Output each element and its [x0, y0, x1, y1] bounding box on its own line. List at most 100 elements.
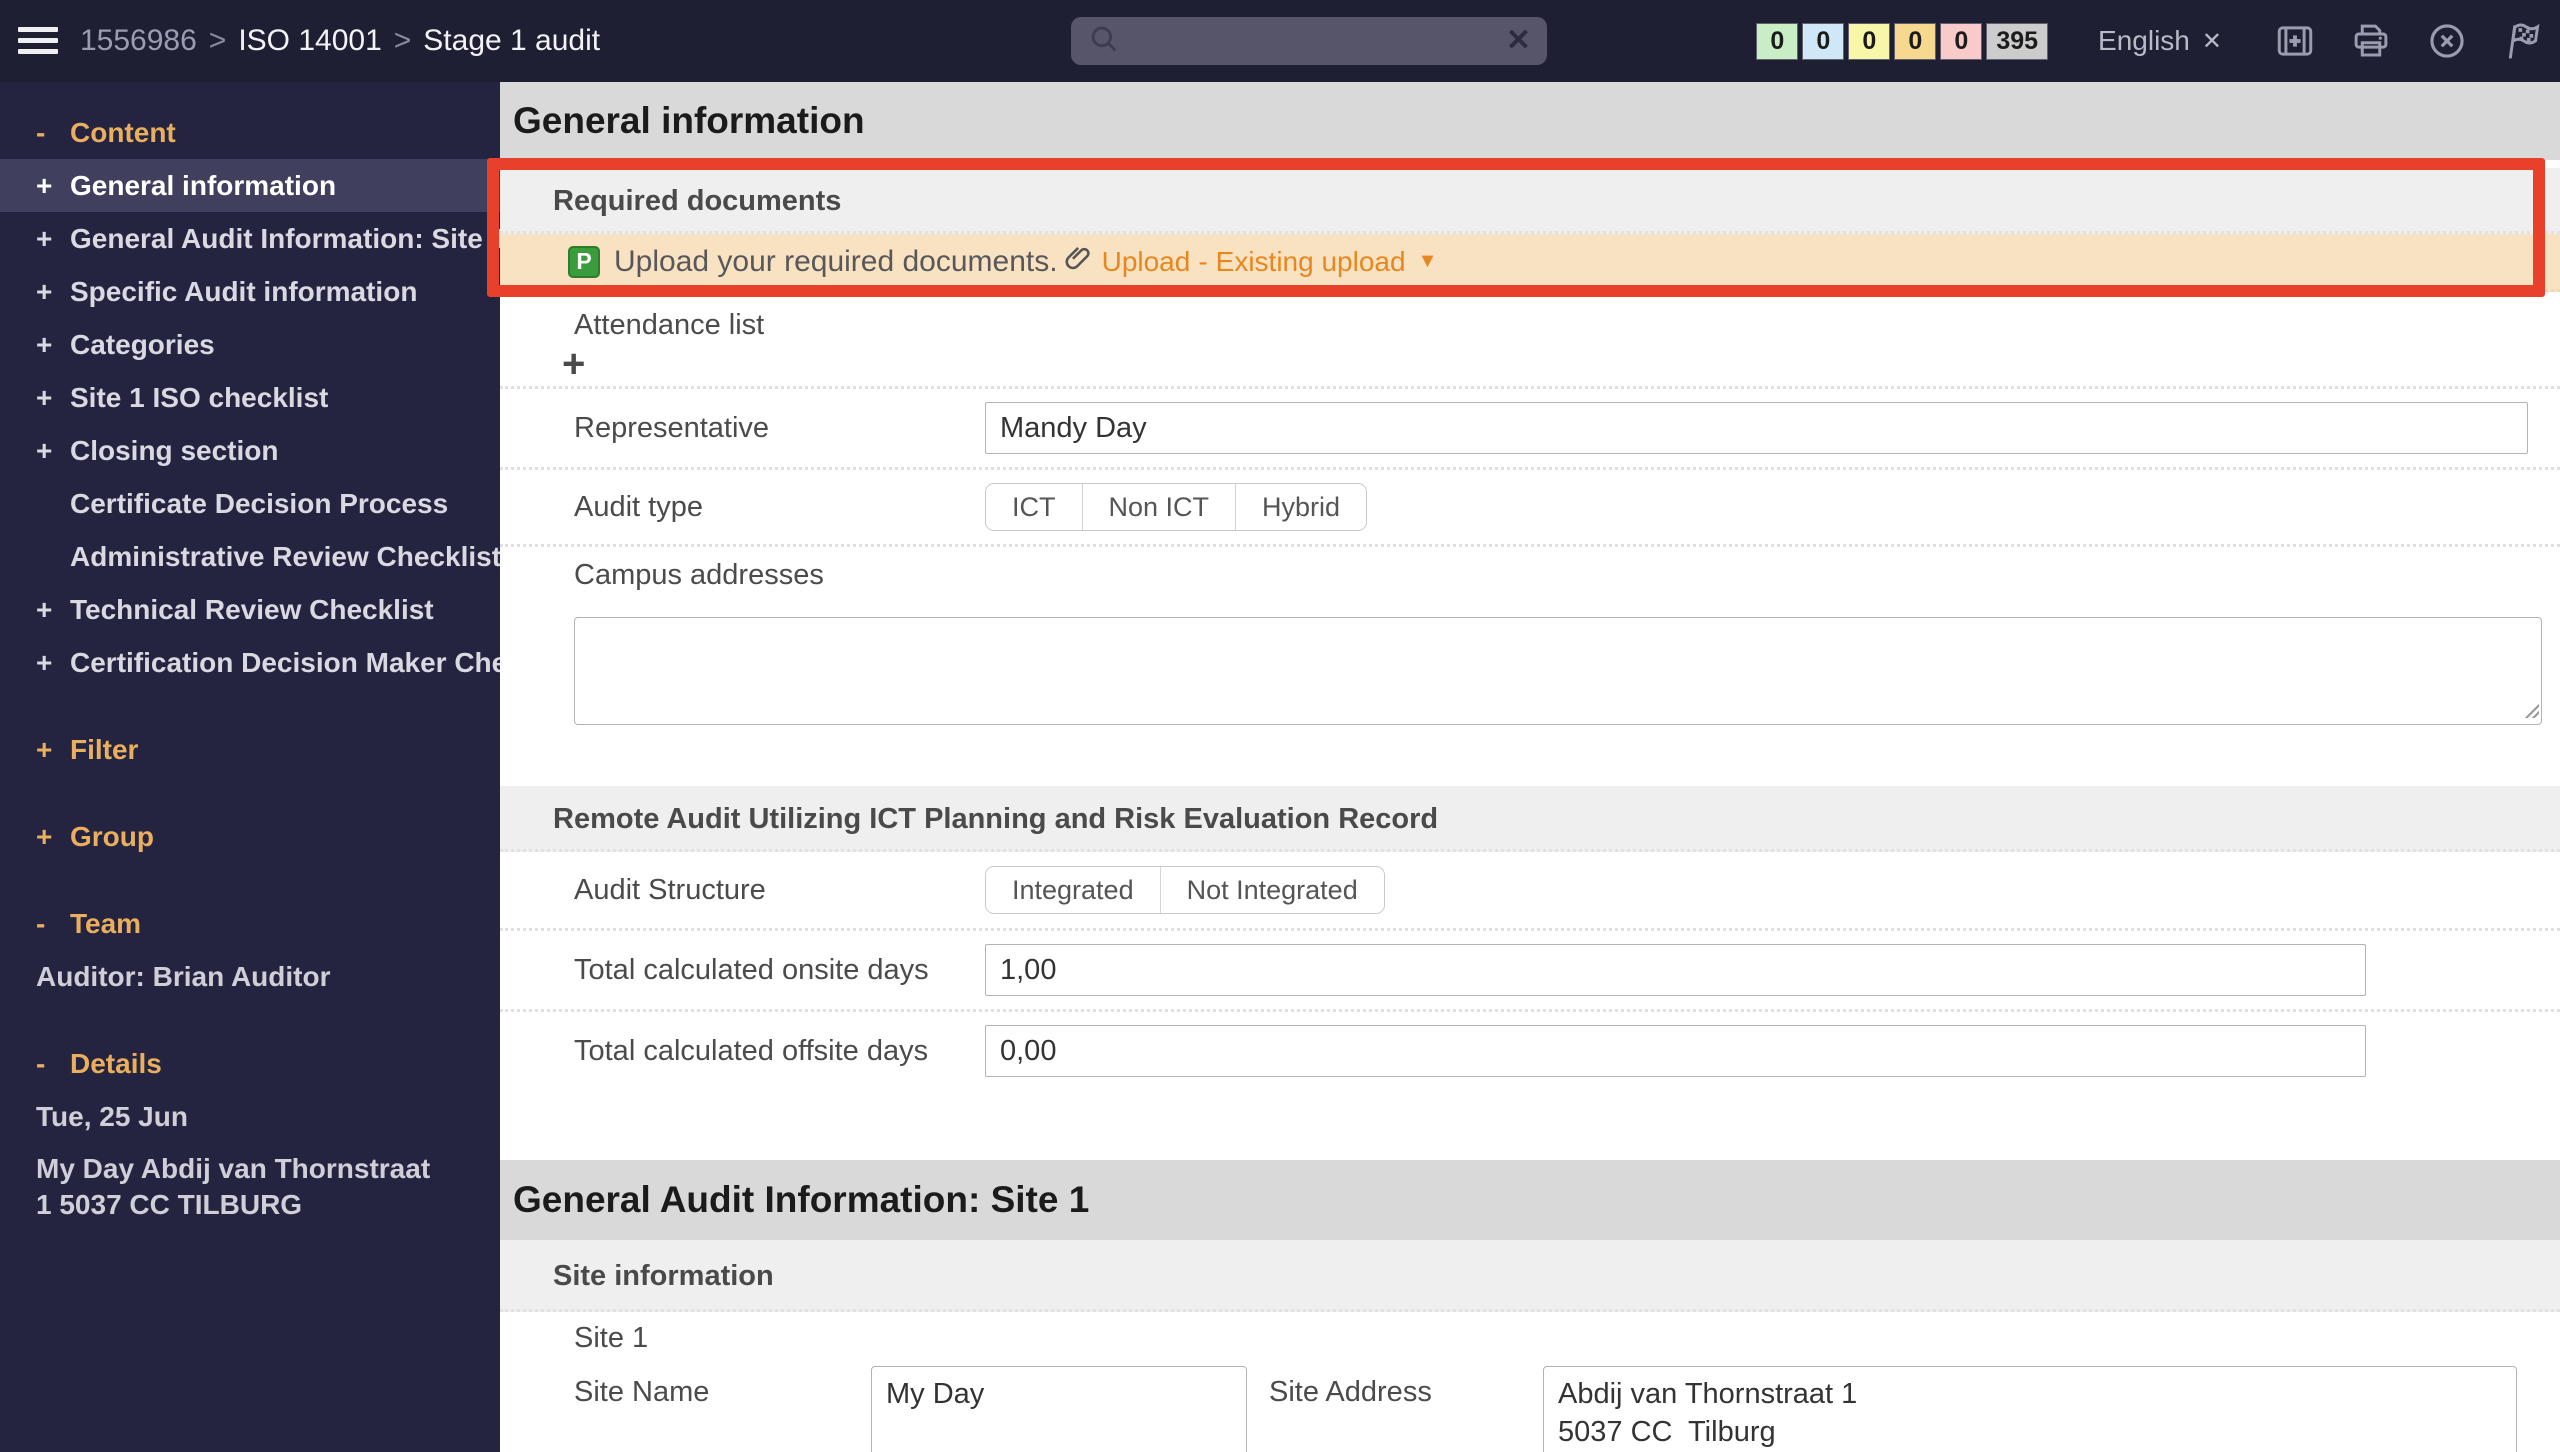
required-documents-header: Required documents: [500, 168, 2560, 234]
expand-sign: +: [36, 434, 53, 466]
upload-required-documents-row: P Upload your required documents. Upload…: [500, 234, 2560, 292]
print-icon[interactable]: [2350, 20, 2392, 62]
breadcrumb-program[interactable]: ISO 14001: [238, 24, 381, 58]
audit-type-option-ict[interactable]: ICT: [986, 484, 1082, 530]
sidebar-item-closing-section[interactable]: + Closing section: [0, 424, 500, 477]
expand-sign: +: [36, 593, 53, 625]
expand-sign: +: [36, 381, 53, 413]
audit-structure-row: Audit Structure Integrated Not Integrate…: [500, 852, 2560, 928]
site-name-label: Site Name: [574, 1376, 710, 1408]
link-separator: -: [1198, 245, 1208, 277]
breadcrumb: 1556986 > ISO 14001 > Stage 1 audit: [80, 0, 600, 82]
sidebar-group-filter[interactable]: + Filter: [0, 723, 500, 776]
site-fields-row: Site Name My Day Site Address Abdij van …: [500, 1366, 2560, 1452]
details-date: Tue, 25 Jun: [36, 1100, 188, 1132]
site-address-label: Site Address: [1269, 1376, 1432, 1408]
sidebar-group-details[interactable]: - Details: [0, 1037, 500, 1090]
status-badges: 0 0 0 0 0 395: [1756, 22, 2049, 60]
language-close-icon[interactable]: ✕: [2202, 27, 2222, 56]
search-clear-icon[interactable]: ✕: [1506, 26, 1531, 56]
existing-upload-link[interactable]: Existing upload: [1216, 246, 1406, 278]
representative-input[interactable]: [985, 402, 2528, 454]
page-title: General information: [500, 82, 2560, 160]
representative-label: Representative: [574, 411, 770, 444]
status-badge-blue[interactable]: 0: [1802, 22, 1845, 60]
upload-link[interactable]: Upload: [1102, 246, 1191, 278]
priority-p-icon: P: [568, 245, 600, 278]
sidebar-group-team[interactable]: - Team: [0, 897, 500, 950]
offsite-days-label: Total calculated offsite days: [574, 1034, 929, 1067]
onsite-days-input[interactable]: [985, 944, 2366, 996]
add-attendee-button[interactable]: +: [562, 344, 585, 384]
expand-sign: +: [36, 169, 53, 201]
breadcrumb-page: Stage 1 audit: [423, 24, 601, 57]
sidebar-item-technical-review-checklist[interactable]: + Technical Review Checklist: [0, 583, 500, 636]
sidebar-item-general-audit-information-site-1[interactable]: + General Audit Information: Site 1: [0, 212, 500, 265]
breadcrumb-separator: >: [393, 24, 412, 57]
expand-sign: +: [36, 222, 53, 254]
status-badge-pink[interactable]: 0: [1940, 22, 1983, 60]
sidebar-item-site-1-iso-checklist[interactable]: + Site 1 ISO checklist: [0, 371, 500, 424]
campus-addresses-block: Campus addresses: [500, 544, 2560, 742]
status-badge-amber[interactable]: 0: [1894, 22, 1937, 60]
site-1-label: Site 1: [574, 1321, 649, 1354]
breadcrumb-separator: >: [208, 24, 227, 57]
sidebar-item-specific-audit-information[interactable]: + Specific Audit information: [0, 265, 500, 318]
menu-icon[interactable]: [18, 27, 62, 57]
search-icon: [1087, 22, 1121, 61]
breadcrumb-record-id[interactable]: 1556986: [80, 24, 197, 58]
topbar-right: 0 0 0 0 0 395 English ✕: [1756, 0, 2546, 82]
audit-type-option-non-ict[interactable]: Non ICT: [1081, 484, 1236, 530]
site-name-textarea[interactable]: My Day: [871, 1366, 1247, 1452]
site-section-title: General Audit Information: Site 1: [500, 1160, 2560, 1240]
onsite-days-row: Total calculated onsite days: [500, 928, 2560, 1009]
audit-type-label: Audit type: [574, 490, 703, 523]
expand-sign: +: [36, 646, 53, 678]
finish-flag-icon[interactable]: [2502, 19, 2546, 63]
attendance-list-label: Attendance list: [574, 309, 765, 341]
audit-structure-segmented: Integrated Not Integrated: [985, 866, 1385, 914]
details-address: My Day Abdij van Thornstraat 1 5037 CC T…: [36, 1153, 431, 1220]
offsite-days-input[interactable]: [985, 1025, 2366, 1077]
close-circle-icon[interactable]: [2426, 20, 2468, 62]
language-selector[interactable]: English ✕: [2098, 25, 2222, 57]
site-address-textarea[interactable]: Abdij van Thornstraat 1 5037 CC Tilburg …: [1543, 1366, 2517, 1452]
upload-message: Upload your required documents.: [614, 244, 1058, 278]
sidebar-item-general-information[interactable]: + General information: [0, 159, 500, 212]
sidebar-item-certificate-decision-process[interactable]: Certificate Decision Process: [0, 477, 500, 530]
sidebar-item-categories[interactable]: + Categories: [0, 318, 500, 371]
site-1-row: Site 1: [500, 1316, 2560, 1360]
sidebar-item-administrative-review-checklist[interactable]: Administrative Review Checklist: [0, 530, 500, 583]
sidebar-group-group[interactable]: + Group: [0, 810, 500, 863]
campus-addresses-textarea[interactable]: [574, 617, 2542, 725]
expand-sign: +: [36, 328, 53, 360]
required-documents-section: Required documents P Upload your require…: [500, 160, 2560, 292]
topbar-icons: [2274, 19, 2546, 63]
sidebar-group-content[interactable]: - Content: [0, 106, 500, 159]
expand-sign: +: [36, 733, 53, 765]
audit-type-option-hybrid[interactable]: Hybrid: [1235, 484, 1367, 530]
attendance-list-row: Attendance list: [500, 296, 2560, 342]
status-badge-green[interactable]: 0: [1756, 22, 1799, 60]
sidebar: - Content + General information + Genera…: [0, 82, 500, 1452]
caret-down-icon[interactable]: ▼: [1418, 250, 1438, 273]
status-badge-total[interactable]: 395: [1986, 22, 2049, 60]
search-input[interactable]: [1131, 25, 1496, 57]
add-binder-icon[interactable]: [2274, 20, 2316, 62]
search-box[interactable]: ✕: [1071, 17, 1547, 65]
campus-addresses-label: Campus addresses: [574, 559, 824, 591]
remote-audit-header: Remote Audit Utilizing ICT Planning and …: [500, 786, 2560, 852]
paperclip-icon: [1062, 243, 1094, 280]
audit-structure-option-not-integrated[interactable]: Not Integrated: [1159, 867, 1384, 913]
collapse-sign: -: [36, 116, 46, 148]
sidebar-item-certification-decision-maker-checklist[interactable]: + Certification Decision Maker Checkl…: [0, 636, 500, 689]
expand-sign: +: [36, 820, 53, 852]
collapse-sign: -: [36, 907, 46, 939]
status-badge-yellow[interactable]: 0: [1848, 22, 1891, 60]
team-member: Auditor: Brian Auditor: [36, 960, 331, 992]
audit-structure-option-integrated[interactable]: Integrated: [986, 867, 1160, 913]
onsite-days-label: Total calculated onsite days: [574, 953, 929, 986]
audit-type-segmented: ICT Non ICT Hybrid: [985, 483, 1368, 531]
collapse-sign: -: [36, 1047, 46, 1079]
offsite-days-row: Total calculated offsite days: [500, 1009, 2560, 1090]
